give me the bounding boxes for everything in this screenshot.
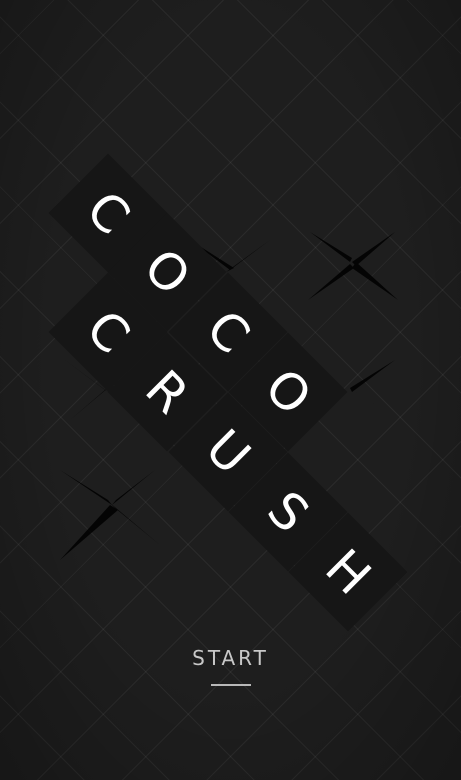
title-screen: C O C O C R U S H START (0, 0, 461, 780)
start-underline (210, 684, 251, 686)
start-button[interactable]: START (180, 640, 281, 676)
start-area: START (0, 640, 461, 686)
